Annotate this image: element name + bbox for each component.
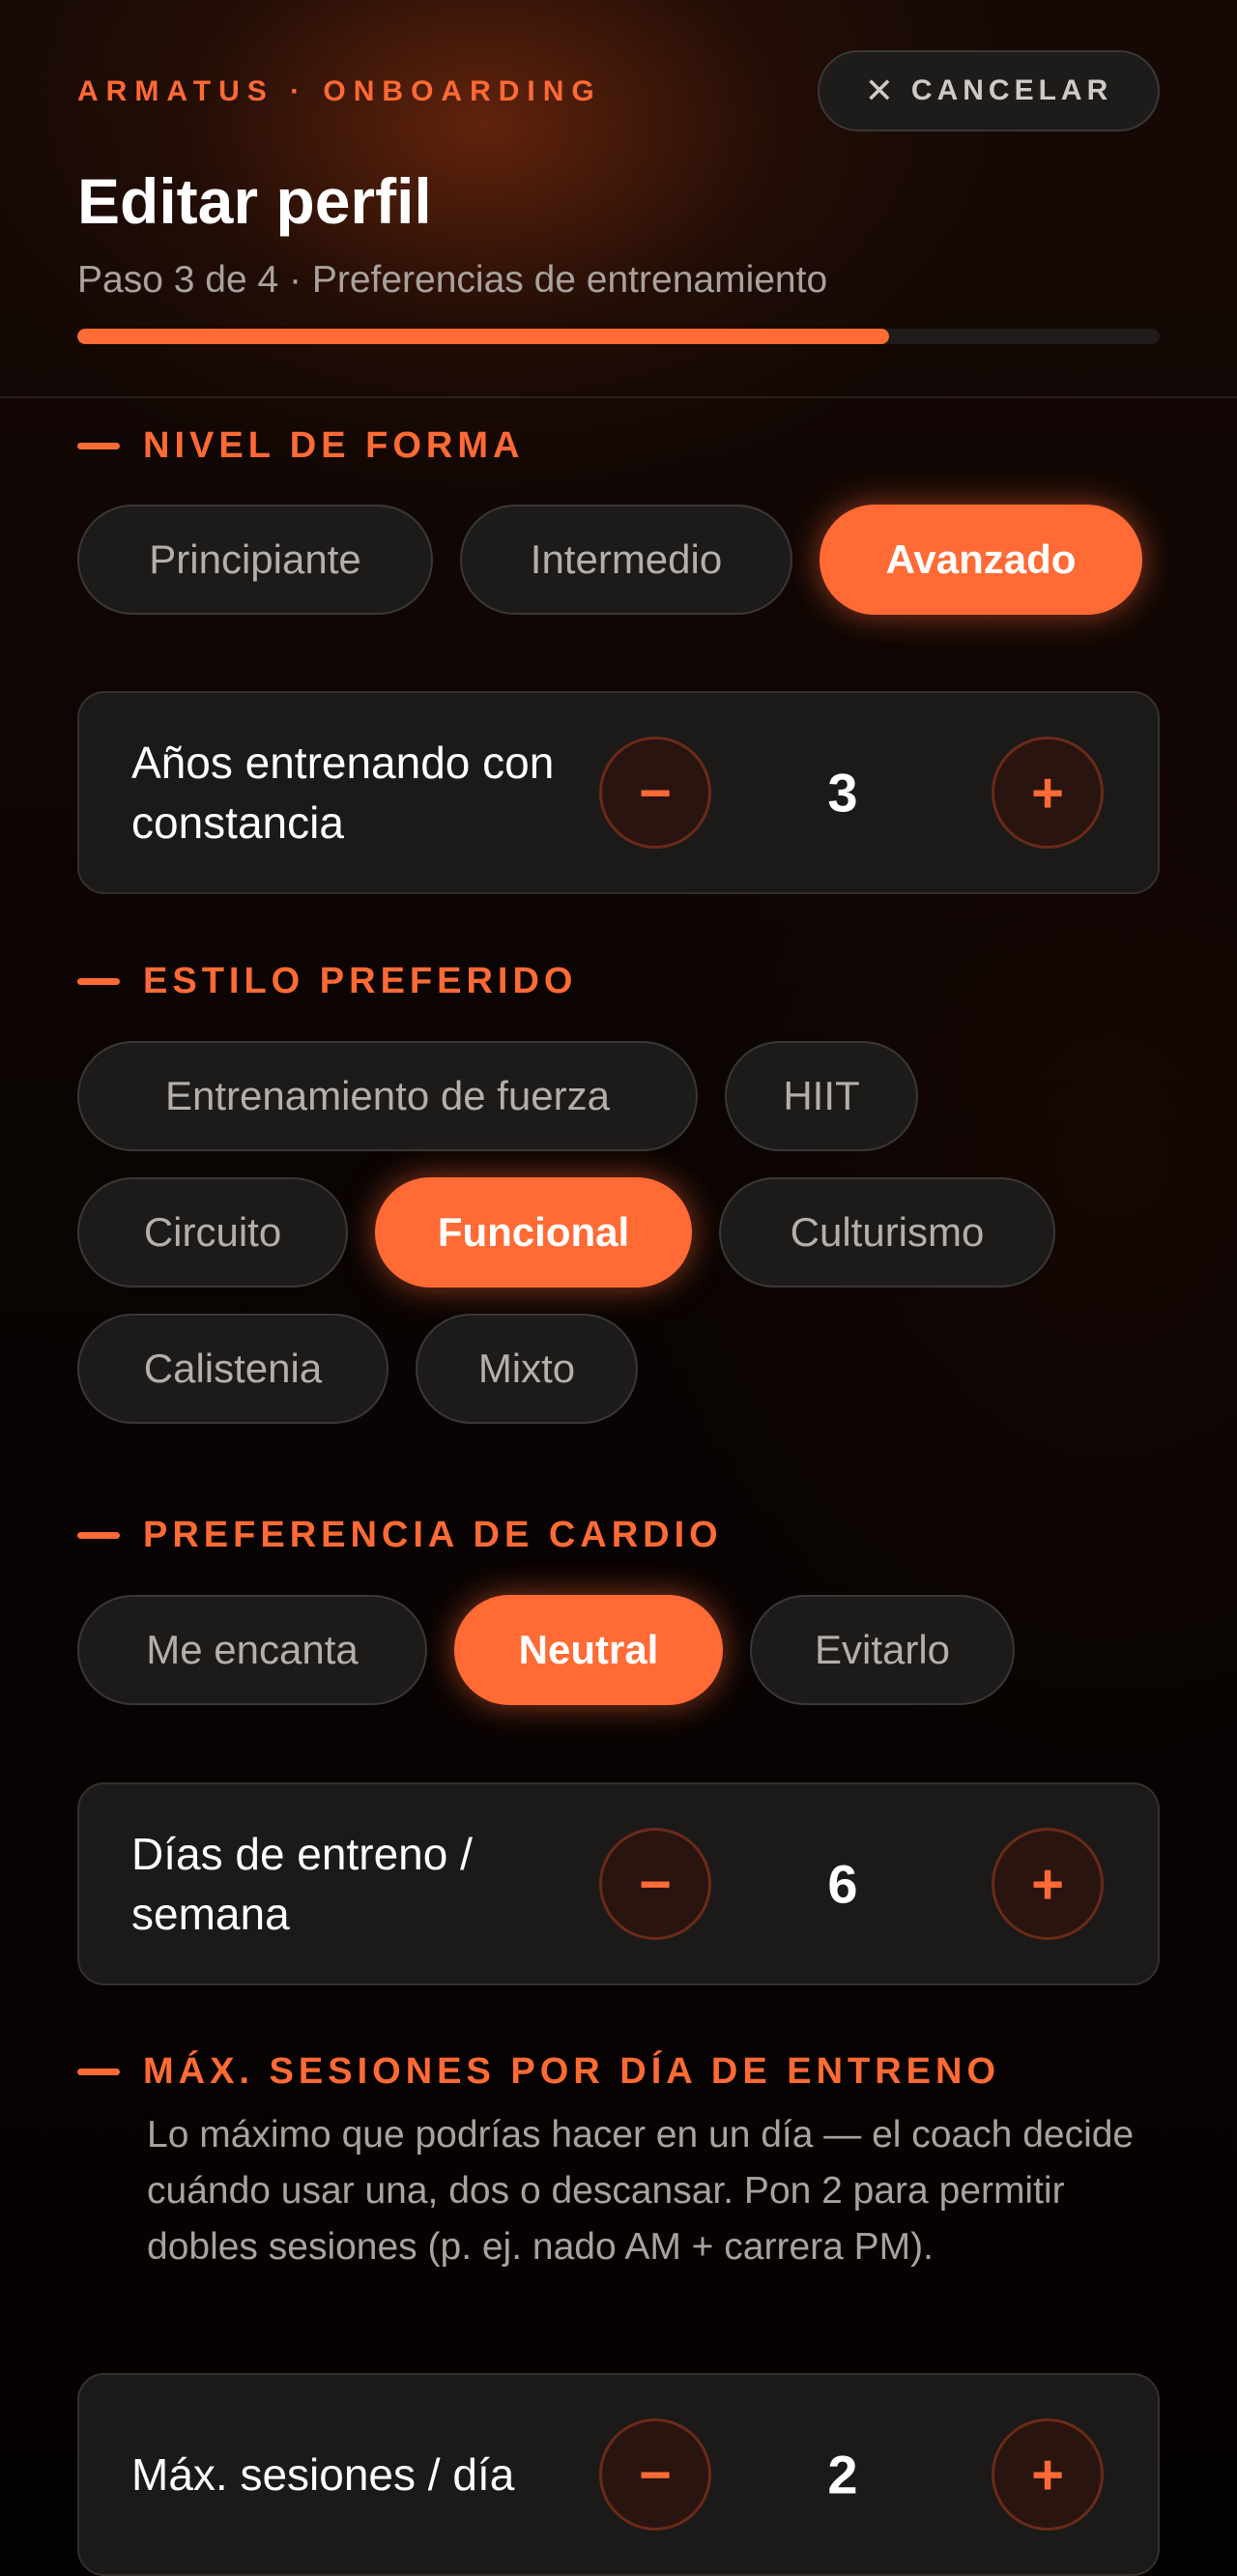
training-days-decrement-button[interactable]: − (599, 1828, 711, 1940)
years-decrement-button[interactable]: − (599, 737, 711, 849)
training-days-stepper-card: Días de entreno / semana − 6 + (77, 1782, 1160, 1985)
max-sessions-decrement-button[interactable]: − (599, 2418, 711, 2531)
section-preferred-style: ESTILO PREFERIDO (77, 961, 577, 1002)
section-max-sessions: MÁX. SESIONES POR DÍA DE ENTRENO (77, 2051, 1000, 2093)
section-max-sessions-title: MÁX. SESIONES POR DÍA DE ENTRENO (143, 2051, 1001, 2092)
step-indicator: Paso 3 de 4 · Preferencias de entrenamie… (77, 259, 828, 301)
chip-label: Intermedio (530, 536, 723, 582)
chip-culturismo[interactable]: Culturismo (719, 1177, 1055, 1288)
section-dash-icon (77, 978, 120, 985)
chip-label: Circuito (143, 1209, 282, 1255)
brand-label: ARMATUS · ONBOARDING (77, 75, 602, 107)
progress-bar (77, 329, 1160, 344)
chip-label: Me encanta (146, 1627, 359, 1672)
years-value: 3 (827, 762, 858, 824)
training-days-increment-button[interactable]: + (992, 1828, 1104, 1940)
section-cardio-preference-title: PREFERENCIA DE CARDIO (143, 1515, 723, 1555)
plus-icon: + (1031, 761, 1064, 825)
chip-label: Culturismo (790, 1209, 985, 1255)
chip-avanzado[interactable]: Avanzado (820, 505, 1142, 615)
max-sessions-stepper-card: Máx. sesiones / día − 2 + (77, 2373, 1160, 2576)
plus-icon: + (1031, 1852, 1064, 1916)
chip-calistenia[interactable]: Calistenia (77, 1314, 388, 1424)
minus-icon: − (639, 1852, 672, 1916)
minus-icon: − (639, 761, 672, 825)
section-fitness-level-title: NIVEL DE FORMA (143, 425, 525, 466)
chip-label: Entrenamiento de fuerza (165, 1073, 610, 1118)
chip-evitarlo[interactable]: Evitarlo (750, 1595, 1015, 1705)
max-sessions-value: 2 (827, 2444, 858, 2505)
cancel-button[interactable]: ✕ CANCELAR (818, 50, 1160, 131)
section-dash-icon (77, 443, 120, 449)
chip-mixto[interactable]: Mixto (416, 1314, 638, 1424)
plus-icon: + (1031, 2443, 1064, 2506)
chip-circuito[interactable]: Circuito (77, 1177, 348, 1288)
years-stepper-card: Años entrenando con constancia − 3 + (77, 691, 1160, 894)
years-increment-button[interactable]: + (992, 737, 1104, 849)
chip-entrenamiento-de-fuerza[interactable]: Entrenamiento de fuerza (77, 1041, 698, 1151)
edit-profile-screen: ARMATUS · ONBOARDING ✕ CANCELAR Editar p… (0, 0, 1237, 2576)
section-preferred-style-title: ESTILO PREFERIDO (143, 961, 578, 1001)
chip-label: HIIT (783, 1073, 860, 1118)
section-dash-icon (77, 1532, 120, 1539)
max-sessions-description: Lo máximo que podrías hacer en un día — … (147, 2114, 1135, 2268)
chip-label: Funcional (437, 1209, 630, 1255)
header-divider (0, 396, 1237, 398)
max-sessions-increment-button[interactable]: + (992, 2418, 1104, 2531)
progress-bar-fill (77, 329, 889, 344)
chip-hiit[interactable]: HIIT (725, 1041, 918, 1151)
years-stepper-label: Años entrenando con constancia (131, 738, 555, 848)
chip-intermedio[interactable]: Intermedio (460, 505, 792, 615)
page-title: Editar perfil (77, 165, 432, 237)
training-days-value: 6 (827, 1853, 858, 1915)
chip-label: Calistenia (143, 1346, 323, 1391)
section-cardio-preference: PREFERENCIA DE CARDIO (77, 1515, 723, 1556)
chip-label: Evitarlo (814, 1627, 951, 1672)
section-fitness-level: NIVEL DE FORMA (77, 425, 524, 467)
chip-label: Neutral (518, 1627, 659, 1672)
chip-funcional[interactable]: Funcional (375, 1177, 692, 1288)
max-sessions-stepper-label: Máx. sesiones / día (131, 2449, 515, 2500)
section-dash-icon (77, 2069, 120, 2075)
chip-label: Principiante (149, 536, 361, 582)
chip-label: Avanzado (885, 536, 1077, 582)
cancel-button-label: CANCELAR (910, 74, 1113, 106)
close-icon: ✕ (864, 71, 894, 110)
minus-icon: − (639, 2443, 672, 2506)
chip-principiante[interactable]: Principiante (77, 505, 433, 615)
chip-neutral[interactable]: Neutral (454, 1595, 723, 1705)
chip-me-encanta[interactable]: Me encanta (77, 1595, 427, 1705)
chip-label: Mixto (477, 1346, 576, 1391)
training-days-stepper-label: Días de entreno / semana (131, 1829, 473, 1939)
